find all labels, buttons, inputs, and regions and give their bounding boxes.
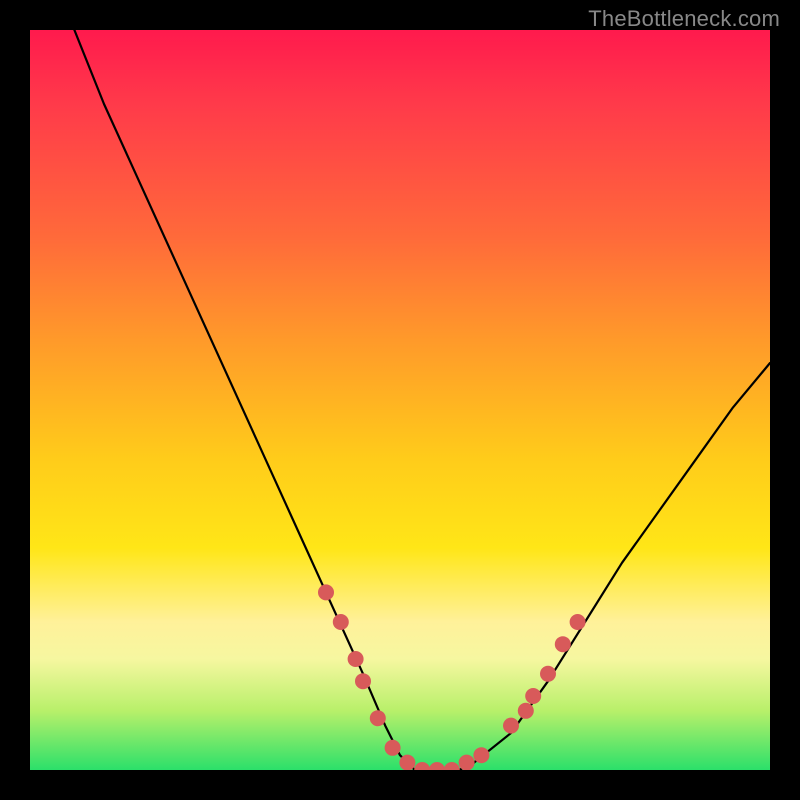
curve-marker bbox=[570, 614, 586, 630]
curve-marker bbox=[333, 614, 349, 630]
curve-marker bbox=[444, 762, 460, 770]
curve-marker bbox=[414, 762, 430, 770]
curve-marker bbox=[318, 584, 334, 600]
curve-marker bbox=[555, 636, 571, 652]
marker-group bbox=[318, 584, 586, 770]
curve-layer bbox=[30, 30, 770, 770]
curve-marker bbox=[355, 673, 371, 689]
curve-marker bbox=[518, 703, 534, 719]
curve-marker bbox=[473, 747, 489, 763]
curve-marker bbox=[459, 755, 475, 770]
curve-marker bbox=[385, 740, 401, 756]
curve-marker bbox=[399, 755, 415, 770]
bottleneck-curve bbox=[74, 30, 770, 770]
plot-area bbox=[30, 30, 770, 770]
curve-marker bbox=[348, 651, 364, 667]
curve-marker bbox=[429, 762, 445, 770]
attribution-label: TheBottleneck.com bbox=[588, 6, 780, 32]
curve-marker bbox=[503, 718, 519, 734]
chart-frame: TheBottleneck.com bbox=[0, 0, 800, 800]
curve-marker bbox=[525, 688, 541, 704]
curve-marker bbox=[540, 666, 556, 682]
curve-marker bbox=[370, 710, 386, 726]
